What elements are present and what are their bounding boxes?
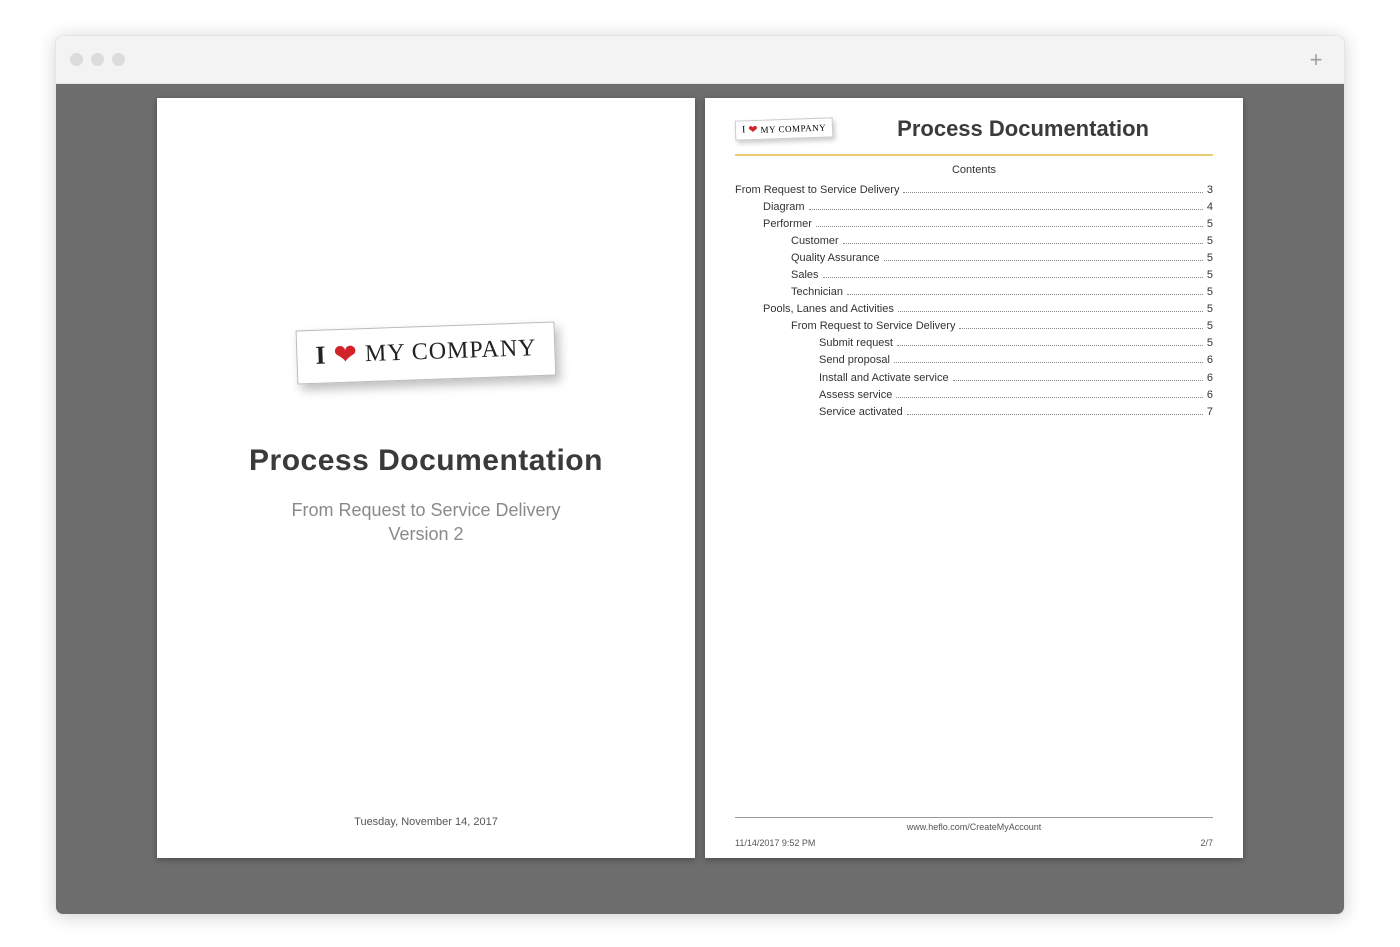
toc-leader-dots [897,338,1203,347]
window-minimize-dot[interactable] [91,53,104,66]
document-date: Tuesday, November 14, 2017 [157,816,695,828]
browser-window: + I ❤ MY COMPANY Process Documentation F… [55,35,1345,915]
toc-label: Diagram [763,199,805,216]
window-close-dot[interactable] [70,53,83,66]
toc-entry[interactable]: Sales 5 [735,267,1213,284]
toc-page-number: 5 [1207,301,1213,318]
window-titlebar: + [56,36,1344,84]
toc-entry[interactable]: Quality Assurance 5 [735,250,1213,267]
document-subtitle: From Request to Service Delivery [157,500,695,521]
toc-entry[interactable]: Assess service 6 [735,387,1213,404]
page-2: I ❤ MY COMPANY Process Documentation Con… [705,98,1243,858]
toc-label: From Request to Service Delivery [791,318,955,335]
page-header: I ❤ MY COMPANY Process Documentation [735,116,1213,142]
contents-heading: Contents [705,164,1243,176]
logo-text: MY COMPANY [365,335,537,368]
toc-page-number: 5 [1207,233,1213,250]
toc-entry[interactable]: Performer 5 [735,216,1213,233]
logo-prefix: I [315,341,326,371]
toc-page-number: 5 [1207,267,1213,284]
toc-leader-dots [847,286,1203,295]
toc-leader-dots [953,372,1203,381]
toc-label: Customer [791,233,839,250]
toc-label: Install and Activate service [819,370,949,387]
toc-entry[interactable]: From Request to Service Delivery 3 [735,182,1213,199]
toc-leader-dots [907,406,1203,415]
toc-label: Performer [763,216,812,233]
toc-leader-dots [809,201,1203,210]
toc-label: Technician [791,284,843,301]
toc-page-number: 5 [1207,318,1213,335]
toc-page-number: 3 [1207,182,1213,199]
toc-label: Submit request [819,335,893,352]
toc-page-number: 4 [1207,199,1213,216]
toc-page-number: 5 [1207,335,1213,352]
table-of-contents: From Request to Service Delivery 3Diagra… [735,182,1213,421]
toc-page-number: 6 [1207,352,1213,369]
toc-entry[interactable]: Service activated 7 [735,404,1213,421]
toc-leader-dots [896,389,1203,398]
new-tab-button[interactable]: + [1304,48,1328,72]
logo-text: MY COMPANY [760,122,826,134]
footer-rule [735,817,1213,818]
toc-page-number: 6 [1207,370,1213,387]
traffic-lights [70,53,125,66]
toc-page-number: 7 [1207,404,1213,421]
toc-entry[interactable]: Technician 5 [735,284,1213,301]
toc-leader-dots [894,355,1203,364]
toc-label: Service activated [819,404,903,421]
toc-entry[interactable]: Diagram 4 [735,199,1213,216]
document-title: Process Documentation [157,444,695,478]
toc-entry[interactable]: Send proposal 6 [735,352,1213,369]
page-header-title: Process Documentation [833,116,1213,142]
header-rule [735,154,1213,156]
footer-timestamp: 11/14/2017 9:52 PM [735,838,815,848]
toc-label: Send proposal [819,352,890,369]
toc-page-number: 5 [1207,250,1213,267]
page-1: I ❤ MY COMPANY Process Documentation Fro… [157,98,695,858]
logo-prefix: I [742,124,746,135]
heart-icon: ❤ [748,123,758,136]
toc-label: From Request to Service Delivery [735,182,899,199]
heart-icon: ❤ [333,337,358,372]
toc-label: Assess service [819,387,892,404]
toc-leader-dots [903,184,1202,193]
toc-page-number: 6 [1207,387,1213,404]
toc-label: Sales [791,267,819,284]
toc-leader-dots [843,235,1203,244]
toc-leader-dots [823,269,1203,278]
toc-page-number: 5 [1207,216,1213,233]
footer-url: www.heflo.com/CreateMyAccount [705,822,1243,832]
toc-entry[interactable]: Customer 5 [735,233,1213,250]
toc-leader-dots [816,218,1203,227]
toc-page-number: 5 [1207,284,1213,301]
window-zoom-dot[interactable] [112,53,125,66]
toc-entry[interactable]: Submit request 5 [735,335,1213,352]
toc-leader-dots [959,321,1202,330]
toc-label: Quality Assurance [791,250,880,267]
toc-entry[interactable]: Pools, Lanes and Activities 5 [735,301,1213,318]
company-logo: I ❤ MY COMPANY [296,321,557,384]
toc-leader-dots [898,304,1203,313]
document-viewer[interactable]: I ❤ MY COMPANY Process Documentation Fro… [56,84,1344,914]
toc-entry[interactable]: Install and Activate service 6 [735,370,1213,387]
toc-leader-dots [884,252,1203,261]
document-version: Version 2 [157,524,695,545]
toc-entry[interactable]: From Request to Service Delivery 5 [735,318,1213,335]
company-logo-small: I ❤ MY COMPANY [735,117,834,140]
toc-label: Pools, Lanes and Activities [763,301,894,318]
footer-page-number: 2/7 [1200,838,1213,848]
